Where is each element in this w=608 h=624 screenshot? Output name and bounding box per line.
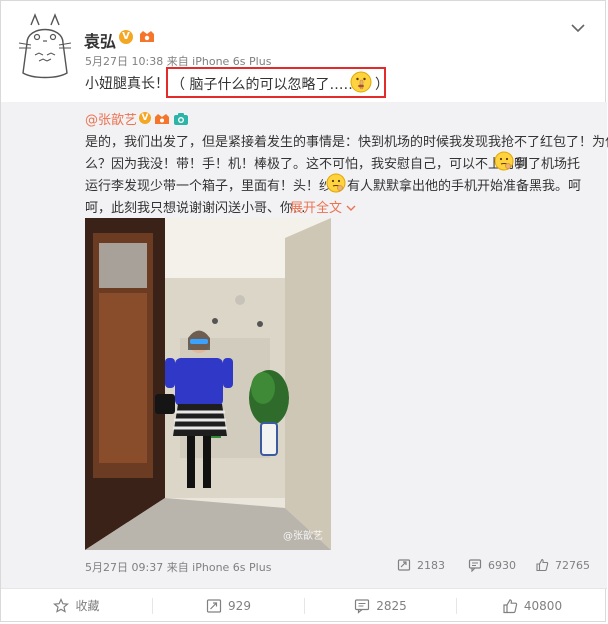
weibo-post-card: 袁弘 V 5月27日 10:38 来自 iPhone 6s Plus 小妞腿真长…: [0, 0, 608, 622]
repost-icon: [397, 559, 411, 571]
retweet-repost-count: 2183: [417, 558, 445, 572]
hallway-photo-illustration: [85, 218, 331, 550]
expand-full-text-label: 展开全文: [290, 201, 343, 216]
retweet-like-count: 72765: [555, 558, 590, 572]
retweet-text-line-4: 呵，此刻我只想说谢谢闪送小哥、你...: [85, 201, 306, 216]
post-action-bar: 收藏 929 2825 40800: [1, 588, 607, 622]
thumbs-up-icon: [536, 558, 549, 572]
comment-icon: [468, 559, 482, 572]
verified-badge-icon: V: [119, 30, 133, 44]
star-icon: [53, 597, 70, 613]
comment-count: 2825: [376, 598, 407, 613]
chevron-down-icon: [346, 201, 356, 216]
retweet-member-badge-icon: [154, 111, 170, 125]
retweet-like-stat[interactable]: 72765: [535, 558, 590, 572]
like-button[interactable]: 40800: [457, 589, 607, 622]
repost-button[interactable]: 929: [153, 589, 304, 622]
retweet-text-line-2: 么？因为我没！带！手！机！棒极了。这不可怕，我安慰自己，可以不上网啊: [85, 157, 528, 172]
expand-full-text-link[interactable]: 展开全文: [290, 197, 356, 216]
thinking-emoji-icon: [494, 151, 514, 171]
retweet-text-line-1: 是的，我们出发了，但是紧接着发生的事情是：快到机场的时候我发现我抢不了红包了！为…: [85, 135, 608, 150]
member-badge-icon: [138, 29, 156, 44]
thumbs-up-icon: [503, 598, 518, 613]
retweet-text-line-3: 运行李发现少带一个箱子，里面有！头！纱！: [85, 179, 346, 194]
favorite-button[interactable]: 收藏: [1, 589, 152, 622]
retweet-user-handle[interactable]: @张歆艺: [85, 109, 137, 128]
highlighted-text-close: ）: [375, 77, 389, 93]
user-name[interactable]: 袁弘: [84, 28, 116, 52]
retweet-repost-stat[interactable]: 2183: [397, 558, 445, 572]
retweet-meta: 5月27日 09:37 来自 iPhone 6s Plus: [85, 561, 272, 574]
user-avatar[interactable]: [17, 13, 73, 81]
retweet-comment-stat[interactable]: 6930: [468, 558, 516, 572]
like-count: 40800: [523, 598, 563, 613]
retweet-text-line-2b: 到了机场托: [515, 157, 581, 172]
camera-badge-icon: [173, 111, 189, 125]
shh-emoji-icon: [350, 71, 372, 93]
repost-icon: [206, 598, 222, 613]
retweet-comment-count: 6930: [488, 558, 516, 572]
favorite-label: 收藏: [75, 599, 100, 613]
post-text: 小妞腿真长！: [85, 76, 169, 92]
photo-watermark: @张歆艺: [283, 531, 323, 542]
highlighted-text: （ 脑子什么的可以忽略了……: [171, 77, 358, 93]
repost-count: 929: [228, 598, 251, 613]
totoro-avatar-icon: [18, 13, 72, 79]
comment-icon: [355, 598, 370, 614]
retweet-text-line-3b: 有人默默拿出他的手机开始准备黑我。呵: [347, 179, 582, 194]
retweet-verified-badge-icon: V: [139, 112, 151, 124]
post-menu-chevron-icon[interactable]: [569, 19, 587, 37]
comment-button[interactable]: 2825: [305, 589, 456, 622]
retweet-photo[interactable]: @张歆艺: [85, 218, 331, 550]
thinking-emoji-icon: [326, 173, 346, 193]
